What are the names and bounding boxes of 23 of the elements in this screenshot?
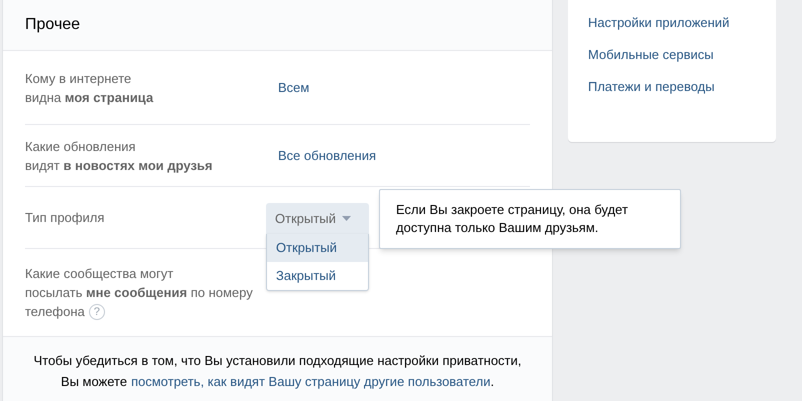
setting-label: видна моя страница <box>25 88 154 106</box>
sidebar-link[interactable]: Настройки приложений <box>588 13 776 32</box>
tooltip: Если Вы закроете страницу, она будет доступна только Вашим друзьям. <box>379 189 681 249</box>
sidebar-link[interactable]: Мобильные сервисы <box>588 45 776 64</box>
footer-text: Чтобы убедиться в том, что Вы установили подходящие настройки приватности, <box>34 352 522 370</box>
dropdown-option[interactable]: Закрытый <box>267 262 368 290</box>
footer-link[interactable]: посмотреть, как видят Вашу страницу другие пользователи <box>131 371 490 392</box>
profile-type-dropdown[interactable]: Открытый <box>266 203 369 234</box>
setting-label: Кому в интернете <box>25 70 132 88</box>
caret-icon <box>342 216 351 221</box>
setting-value-link[interactable]: Все обновления <box>278 146 376 166</box>
setting-label: Какие сообщества могут <box>25 265 174 283</box>
footer-text: . <box>490 373 494 391</box>
setting-value-link[interactable]: Всем <box>278 78 310 98</box>
setting-label: посылать мне сообщения по номеру <box>25 284 253 302</box>
section-title: Прочее <box>25 15 80 35</box>
setting-label: Тип профиля <box>25 209 104 227</box>
dropdown-option[interactable]: Открытый <box>267 234 368 262</box>
setting-label: видят в новостях мои друзья <box>25 156 212 174</box>
sidebar-link[interactable]: Платежи и переводы <box>588 77 776 96</box>
setting-label: Какие обновления <box>25 138 136 156</box>
footer-text: Вы можете <box>60 373 128 391</box>
setting-label: телефона <box>25 303 85 321</box>
